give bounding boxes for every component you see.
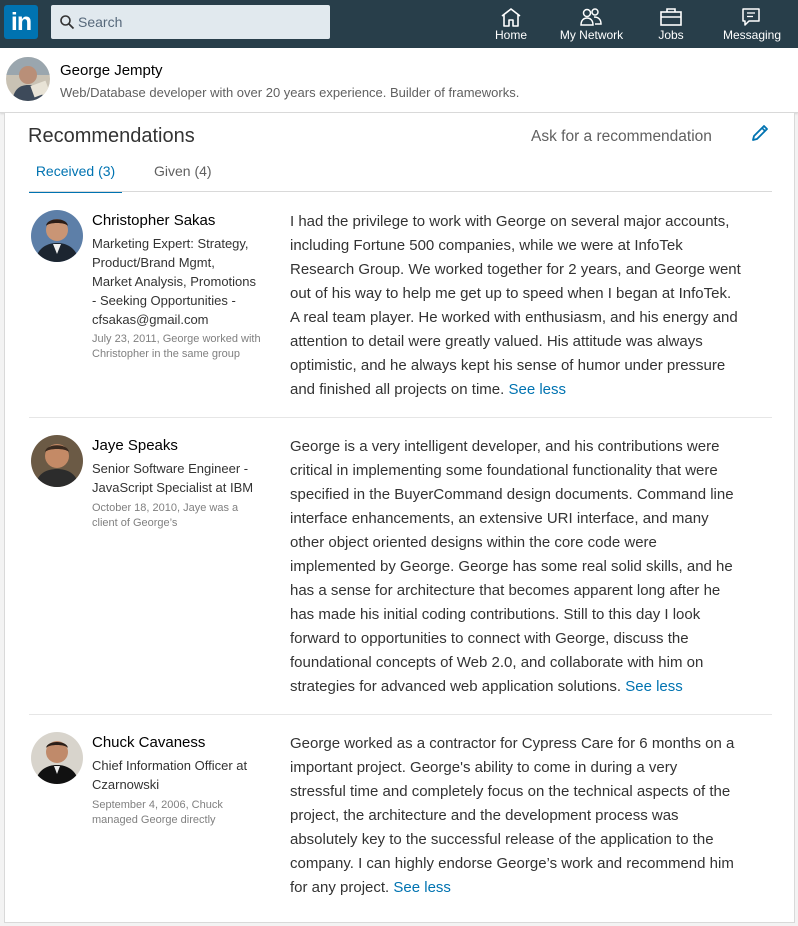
recommender-title-line: Market Analysis, Promotions <box>92 274 257 289</box>
recommender-name[interactable]: Chuck Cavaness <box>92 734 205 751</box>
recommender-title-line: JavaScript Specialist at IBM <box>92 480 254 495</box>
recommendation-date-line: client of George’s <box>92 517 178 529</box>
nav-my-network[interactable]: My Network <box>554 0 629 48</box>
recommendation-divider <box>29 417 772 418</box>
text-line: attention to detail were greatly valued.… <box>290 333 703 350</box>
text-line: optimistic, and he always kept his sense… <box>290 357 726 374</box>
nav-my-network-label: My Network <box>559 28 624 42</box>
recommender-title-line: cfsakas@gmail.com <box>92 312 209 327</box>
see-less-link[interactable]: See less <box>508 381 566 398</box>
recommender-name[interactable]: Christopher Sakas <box>92 212 215 229</box>
see-less-link[interactable]: See less <box>393 879 451 896</box>
recommender-title-line: - Seeking Opportunities - <box>92 293 236 308</box>
briefcase-icon <box>660 8 682 26</box>
recommendation-date-line: October 18, 2010, Jaye was a <box>92 502 239 514</box>
recommendations-card: Recommendations Ask for a recommendation… <box>4 113 795 923</box>
home-icon <box>501 8 521 27</box>
pencil-icon[interactable] <box>749 122 771 144</box>
recommendation-date: October 18, 2010, Jaye was a client of G… <box>92 501 282 531</box>
recommendation-date: September 4, 2006, Chuck managed George … <box>92 798 282 828</box>
profile-header: George Jempty Web/Database developer wit… <box>0 48 798 113</box>
text-line: has made his initial coding contribution… <box>290 606 701 623</box>
nav-home-label: Home <box>494 28 527 42</box>
text-line: critical in implementing some foundation… <box>290 462 718 479</box>
recommendation-divider <box>29 714 772 715</box>
recommendation-text: George worked as a contractor for Cypres… <box>290 732 772 900</box>
recommender-title: Chief Information Officer at Czarnowski <box>92 756 282 794</box>
profile-avatar[interactable] <box>6 57 50 101</box>
recommender-title-line: Czarnowski <box>92 777 160 792</box>
text-line: foundational concepts of Web 2.0, and co… <box>290 654 704 671</box>
text-line: and finished all projects on time. <box>290 381 505 398</box>
recommender-title-line: Product/Brand Mgmt, <box>92 255 215 270</box>
recommender-title-line: Marketing Expert: Strategy, <box>92 236 249 251</box>
see-less-link[interactable]: See less <box>625 678 683 695</box>
recommendation-date: July 23, 2011, George worked with Christ… <box>92 332 282 362</box>
text-line: for any project. <box>290 879 390 896</box>
recommender-avatar[interactable] <box>31 732 83 784</box>
nav-messaging-label: Messaging <box>722 28 782 42</box>
text-line: A real team player. He worked with enthu… <box>290 309 738 326</box>
search-placeholder: Search <box>78 14 123 30</box>
text-line: strategies for advanced web application … <box>290 678 622 695</box>
recommendation-date-line: Christopher in the same group <box>92 348 240 360</box>
text-line: company. I can highly endorse George’s w… <box>290 855 734 872</box>
recommendation-text: I had the privilege to work with George … <box>290 210 772 402</box>
search-icon <box>60 15 75 30</box>
tab-given[interactable]: Given (4) <box>154 163 212 191</box>
recommender-avatar[interactable] <box>31 210 83 262</box>
recommendation-item: Jaye Speaks Senior Software Engineer - J… <box>29 417 772 714</box>
text-line: implemented by George. George has some r… <box>290 558 733 575</box>
nav-jobs[interactable]: Jobs <box>650 0 692 48</box>
messaging-icon <box>742 8 760 26</box>
nav-messaging[interactable]: Messaging <box>718 0 786 48</box>
recommendation-date-line: September 4, 2006, Chuck <box>92 799 223 811</box>
recommender-title-line: Chief Information Officer at <box>92 758 248 773</box>
recommendation-date-line: July 23, 2011, George worked with <box>92 333 261 345</box>
text-line: has a sense for architecture that become… <box>290 582 721 599</box>
text-line: interface enhancements, an extensive URI… <box>290 510 709 527</box>
section-title: Recommendations <box>28 125 195 147</box>
text-line-last: strategies for advanced web application … <box>290 675 772 699</box>
recommendation-item: Chuck Cavaness Chief Information Officer… <box>29 714 772 919</box>
text-line: George is a very intelligent developer, … <box>290 438 720 455</box>
recommender-avatar[interactable] <box>31 435 83 487</box>
text-line: specified in the BuyerCommand design doc… <box>290 486 734 503</box>
text-line: absolutely key to the successful release… <box>290 831 714 848</box>
nav-home[interactable]: Home <box>488 0 534 48</box>
text-line: George worked as a contractor for Cypres… <box>290 735 735 752</box>
profile-name[interactable]: George Jempty <box>60 62 163 79</box>
recommendation-item: Christopher Sakas Marketing Expert: Stra… <box>29 192 772 417</box>
profile-tagline: Web/Database developer with over 20 year… <box>60 85 520 100</box>
recommendation-text: George is a very intelligent developer, … <box>290 435 772 699</box>
text-line: including Fortune 500 companies, while w… <box>290 237 683 254</box>
recommender-title: Senior Software Engineer - JavaScript Sp… <box>92 459 282 497</box>
linkedin-logo[interactable]: in <box>4 5 38 39</box>
text-line: I had the privilege to work with George … <box>290 213 730 230</box>
text-line: Research Group. We worked together for 2… <box>290 261 741 278</box>
text-line: project, the architecture and the develo… <box>290 807 679 824</box>
search-input[interactable]: Search <box>51 5 330 39</box>
tab-received[interactable]: Received (3) <box>29 163 122 193</box>
recommender-name[interactable]: Jaye Speaks <box>92 437 178 454</box>
text-line: other object oriented designs within the… <box>290 534 657 551</box>
text-line: out of his way to help me get up to spee… <box>290 285 732 302</box>
text-line: important project. George's ability to c… <box>290 759 678 776</box>
ask-recommendation-link[interactable]: Ask for a recommendation <box>531 128 712 146</box>
recommender-title: Marketing Expert: Strategy, Product/Bran… <box>92 234 282 329</box>
text-line-last: and finished all projects on time. See l… <box>290 378 772 402</box>
text-line: stressful time and completely focus on t… <box>290 783 731 800</box>
text-line-last: for any project. See less <box>290 876 772 900</box>
logo-text: in <box>10 8 32 36</box>
top-nav: in Search Home My Network Jobs Messaging <box>0 0 798 48</box>
nav-jobs-label: Jobs <box>658 28 684 42</box>
recommendation-date-line: managed George directly <box>92 814 216 826</box>
text-line: forward to opportunities to connect with… <box>290 630 689 647</box>
recommender-title-line: Senior Software Engineer - <box>92 461 249 476</box>
network-icon <box>580 8 602 26</box>
